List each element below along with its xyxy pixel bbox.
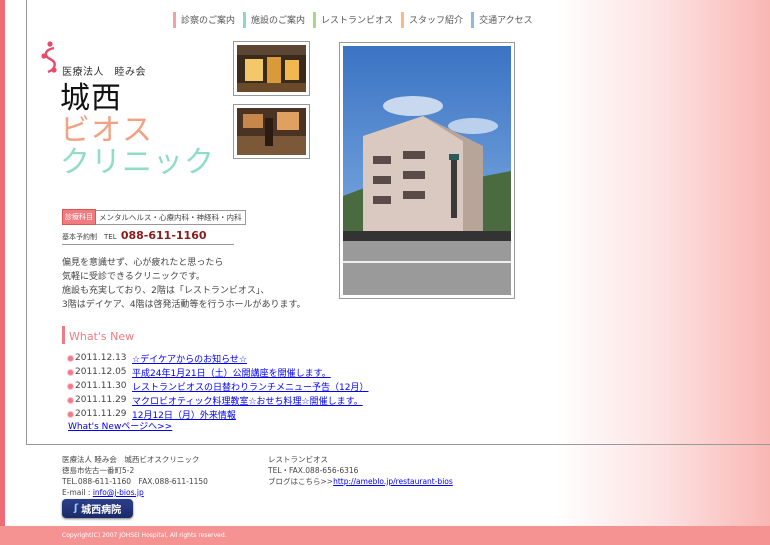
- building-photo: [339, 42, 515, 299]
- building-image: [343, 46, 511, 295]
- departments-value: メンタルヘルス・心療内科・神経科・内科: [96, 209, 246, 225]
- nav-restaurant-bios[interactable]: レストランビオス: [313, 12, 393, 28]
- news-item: 2011.12.05 平成24年1月21日（土）公開講座を開催します。: [68, 365, 368, 379]
- nav-medical-guide[interactable]: 診察のご案内: [173, 12, 235, 28]
- intro-line: 施設も充実しており、2階は「レストランビオス」、: [62, 286, 270, 296]
- phone-info: 基本予約制 TEL 088-611-1160: [62, 229, 234, 245]
- news-link[interactable]: レストランビオスの日替わりランチメニュー予告（12月）: [132, 380, 368, 393]
- copyright: Copyright(C) 2007 JOHSEI Hospital, All r…: [62, 532, 227, 539]
- nav-staff[interactable]: スタッフ紹介: [401, 12, 463, 28]
- restaurant-name: レストランビオス: [268, 455, 328, 464]
- facility-thumbnail-2[interactable]: [233, 104, 310, 159]
- bullet-icon: [68, 369, 73, 375]
- restaurant-tel: TEL・FAX.088-656-6316: [268, 466, 359, 475]
- nav-facility-guide[interactable]: 施設のご案内: [243, 12, 305, 28]
- clinic-tel-fax: TEL.088-611-1160 FAX.088-611-1150: [62, 477, 208, 486]
- clinic-title-line2: ビオス: [60, 113, 153, 148]
- johsei-hospital-button[interactable]: ʃ 城西病院: [62, 499, 133, 518]
- news-date: 2011.12.05: [75, 367, 127, 377]
- news-item: 2011.11.30 レストランビオスの日替わりランチメニュー予告（12月）: [68, 379, 368, 393]
- whats-new-heading: What's New: [62, 326, 134, 344]
- clinic-contact: 医療法人 睦み会 城西ビオスクリニック 徳島市佐古一番町5-2 TEL.088-…: [62, 454, 208, 498]
- restaurant-blog-row: ブログはこちら>>http://ameblo.jp/restaurant-bio…: [268, 476, 453, 487]
- email-label: E-mail :: [62, 488, 93, 497]
- interior-photo-2: [237, 108, 306, 155]
- blog-label: ブログはこちら>>: [268, 477, 334, 486]
- clinic-title-line3: クリニック: [60, 145, 215, 180]
- phone-label: 基本予約制 TEL: [62, 233, 117, 241]
- left-accent-bar: [0, 0, 5, 545]
- departments: 診療科目 メンタルヘルス・心療内科・神経科・内科: [62, 209, 246, 225]
- bullet-icon: [68, 355, 73, 361]
- facility-thumbnail-1[interactable]: [233, 41, 310, 96]
- bullet-icon: [68, 411, 73, 417]
- news-item: 2011.12.13 ☆デイケアからのお知らせ☆: [68, 351, 368, 365]
- blog-link[interactable]: http://ameblo.jp/restaurant-bios: [333, 477, 453, 486]
- intro-text: 偏見を意識せず、心が疲れたと思ったら 気軽に受診できるクリニックです。 施設も充…: [62, 256, 306, 312]
- phone-number: 088-611-1160: [120, 229, 207, 242]
- bullet-icon: [68, 383, 73, 389]
- corporation-name: 医療法人 睦み会: [62, 67, 146, 78]
- news-link[interactable]: マクロビオティック料理教室☆おせち料理☆開催します。: [132, 394, 363, 407]
- nav-access[interactable]: 交通アクセス: [471, 12, 533, 28]
- clinic-logo-mark: [41, 41, 57, 74]
- email-link[interactable]: info@j-bios.jp: [93, 488, 144, 497]
- hospital-button-label: 城西病院: [81, 505, 122, 516]
- top-nav: 診察のご案内 施設のご案内 レストランビオス スタッフ紹介 交通アクセス: [173, 12, 541, 30]
- clinic-email-row: E-mail : info@j-bios.jp: [62, 487, 208, 498]
- news-link[interactable]: 平成24年1月21日（土）公開講座を開催します。: [132, 366, 331, 379]
- news-list: 2011.12.13 ☆デイケアからのお知らせ☆ 2011.12.05 平成24…: [68, 351, 368, 421]
- news-date: 2011.11.29: [75, 409, 127, 419]
- intro-line: 3階はデイケア、4階は啓発活動等を行うホールがあります。: [62, 300, 306, 310]
- restaurant-contact: レストランビオス TEL・FAX.088-656-6316 ブログはこちら>>h…: [268, 454, 453, 487]
- clinic-address: 徳島市佐古一番町5-2: [62, 466, 135, 475]
- news-date: 2011.11.29: [75, 395, 127, 405]
- clinic-title-line1: 城西: [60, 81, 122, 116]
- whats-new-more-link[interactable]: What's Newページへ>>: [68, 419, 172, 432]
- intro-line: 気軽に受診できるクリニックです。: [62, 272, 205, 282]
- hospital-logo-icon: ʃ: [73, 503, 79, 514]
- bullet-icon: [68, 397, 73, 403]
- news-link[interactable]: ☆デイケアからのお知らせ☆: [132, 352, 247, 365]
- news-date: 2011.11.30: [75, 381, 127, 391]
- news-date: 2011.12.13: [75, 353, 127, 363]
- clinic-name: 医療法人 睦み会 城西ビオスクリニック: [62, 455, 200, 464]
- departments-label: 診療科目: [62, 209, 96, 225]
- news-item: 2011.11.29 マクロビオティック料理教室☆おせち料理☆開催します。: [68, 393, 368, 407]
- interior-photo-1: [237, 45, 306, 92]
- intro-line: 偏見を意識せず、心が疲れたと思ったら: [62, 258, 224, 268]
